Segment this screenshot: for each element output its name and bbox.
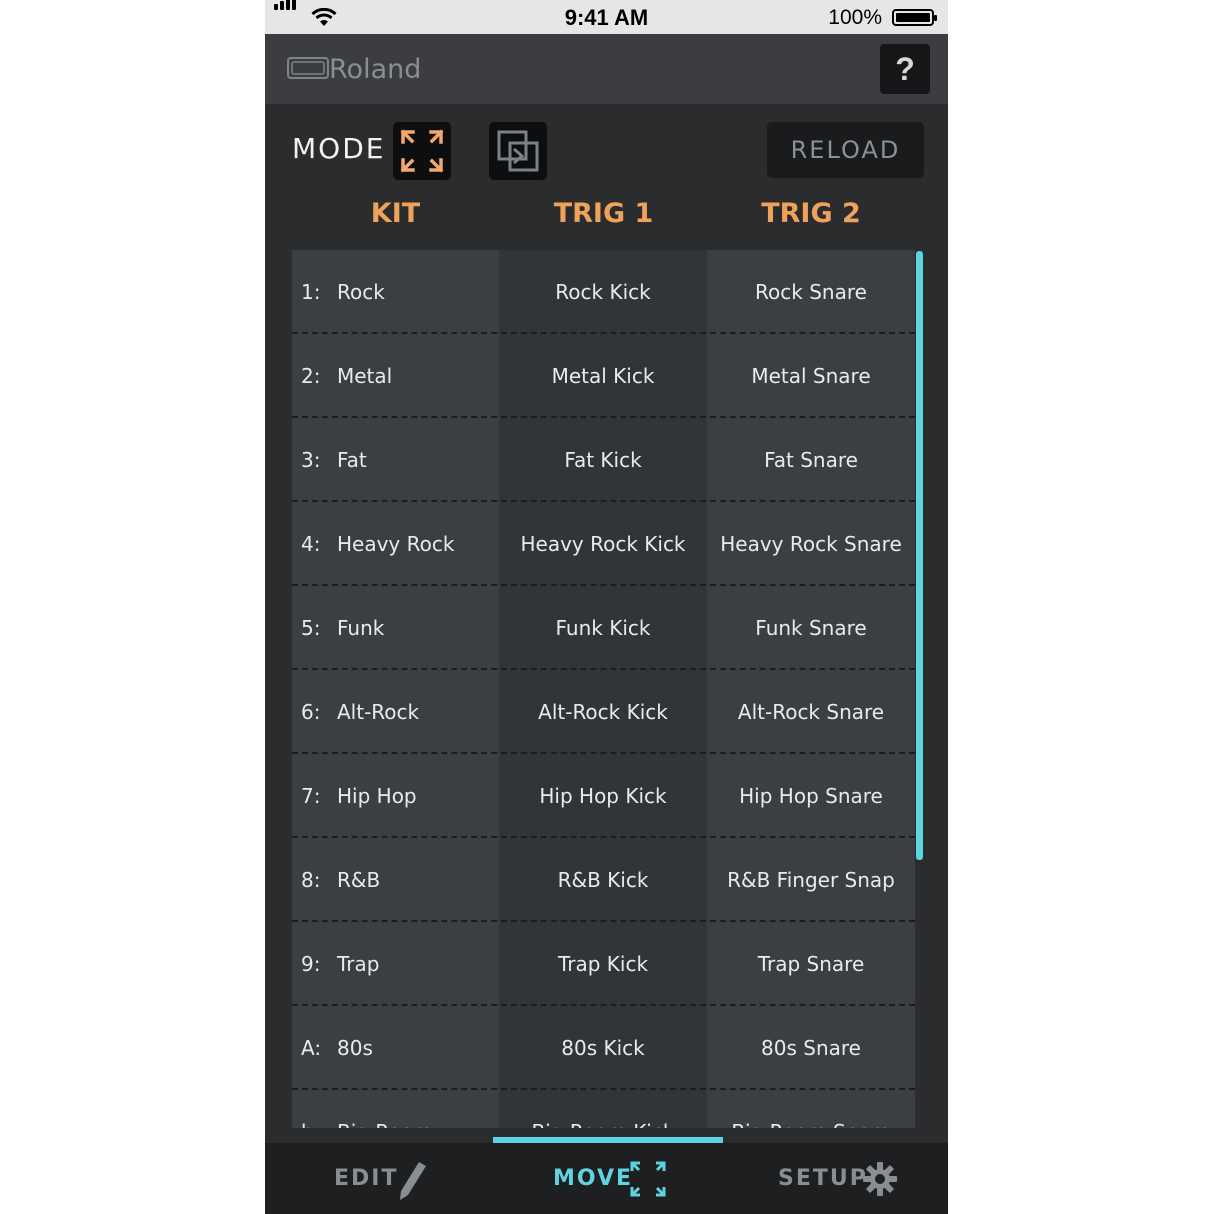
table-row[interactable]: 8: R&B R&B Kick R&B Finger Snap (292, 838, 915, 922)
kit-cell[interactable]: 3: Fat (292, 418, 499, 502)
kit-cell[interactable]: 5: Funk (292, 586, 499, 670)
trig1-cell[interactable]: Trap Kick (499, 922, 707, 1006)
kit-cell[interactable]: 9: Trap (292, 922, 499, 1006)
table-row[interactable]: 4: Heavy Rock Heavy Rock Kick Heavy Rock Sn… (292, 502, 915, 586)
reload-button[interactable]: RELOAD (767, 122, 924, 178)
kit-number: b: (301, 1090, 320, 1128)
trig1-cell[interactable]: Funk Kick (499, 586, 707, 670)
kit-number: 4: (301, 532, 321, 556)
brand-name: Roland (329, 54, 421, 83)
trig1-cell[interactable]: R&B Kick (499, 838, 707, 922)
kit-cell[interactable]: 6: Alt-Rock (292, 670, 499, 754)
trig2-cell[interactable]: Big Room Snare (707, 1090, 915, 1128)
trig1-cell[interactable]: Big Room Kick (499, 1090, 707, 1128)
trig1-cell[interactable]: Alt-Rock Kick (499, 670, 707, 754)
swap-squares-icon (497, 130, 539, 172)
kit-table: 1: Rock Rock Kick Rock Snare 2: Metal Metal Ki… (292, 250, 915, 1128)
table-row[interactable]: 5: Funk Funk Kick Funk Snare (292, 586, 915, 670)
kit-cell[interactable]: A: 80s (292, 1006, 499, 1090)
kit-name: 80s (337, 1036, 373, 1060)
trig2-cell[interactable]: Rock Snare (707, 250, 915, 334)
kit-number: 5: (301, 616, 321, 640)
trig2-cell[interactable]: Fat Snare (707, 418, 915, 502)
kit-name: Funk (337, 616, 385, 640)
kit-cell[interactable]: 1: Rock (292, 250, 499, 334)
kit-name: Big Room (337, 1090, 432, 1128)
column-header-kit: KIT (370, 198, 421, 229)
trig2-cell[interactable]: Metal Snare (707, 334, 915, 418)
mode-move-button[interactable] (393, 122, 451, 180)
kit-name: Heavy Rock (337, 532, 455, 556)
trig2-cell[interactable]: Alt-Rock Snare (707, 670, 915, 754)
tab-setup-label: SETUP (778, 1166, 868, 1191)
trig2-cell[interactable]: Funk Snare (707, 586, 915, 670)
table-row[interactable]: b: Big Room Big Room KickBig Room Snare (292, 1090, 915, 1128)
kit-number: 1: (301, 280, 321, 304)
scrollbar[interactable] (916, 251, 923, 860)
tab-edit[interactable]: EDIT (265, 1143, 493, 1214)
kit-name: Alt-Rock (337, 700, 420, 724)
trig1-cell[interactable]: 80s Kick (499, 1006, 707, 1090)
trig1-cell[interactable]: Rock Kick (499, 250, 707, 334)
column-header-trig1: TRIG 1 (553, 198, 654, 229)
kit-name: Rock (337, 280, 385, 304)
trig2-cell[interactable]: R&B Finger Snap (707, 838, 915, 922)
tab-move[interactable]: MOVE (493, 1143, 723, 1214)
table-row[interactable]: 1: Rock Rock Kick Rock Snare (292, 250, 915, 334)
battery-percent: 100% (828, 6, 882, 29)
tab-move-label: MOVE (553, 1166, 634, 1191)
trig2-cell[interactable]: 80s Snare (707, 1006, 915, 1090)
trig2-cell[interactable]: Heavy Rock Snare (707, 502, 915, 586)
table-row[interactable]: 7: Hip Hop Hip Hop Kick Hip Hop Snare (292, 754, 915, 838)
battery-icon (892, 9, 937, 26)
column-header-trig2: TRIG 2 (761, 198, 861, 229)
kit-name: Fat (337, 448, 367, 472)
kit-number: 2: (301, 364, 321, 388)
status-bar: 9:41 AM 100% (265, 0, 948, 34)
table-row[interactable]: 2: Metal Metal Kick Metal Snare (292, 334, 915, 418)
kit-number: A: (301, 1036, 322, 1060)
kit-name: Metal (337, 364, 393, 388)
kit-number: 8: (301, 868, 321, 892)
tab-edit-label: EDIT (334, 1166, 399, 1191)
kit-name: Trap (337, 952, 380, 976)
kit-number: 9: (301, 952, 321, 976)
trig1-cell[interactable]: Heavy Rock Kick (499, 502, 707, 586)
pencil-icon (400, 1162, 426, 1200)
table-row[interactable]: 6: Alt-Rock Alt-Rock Kick Alt-Rock Snare (292, 670, 915, 754)
trig2-cell[interactable]: Trap Snare (707, 922, 915, 1006)
kit-number: 3: (301, 448, 321, 472)
table-row[interactable]: 9: Trap Trap Kick Trap Snare (292, 922, 915, 1006)
mode-swap-button[interactable] (489, 122, 547, 180)
kit-number: 6: (301, 700, 321, 724)
roland-logo: Roland (287, 54, 421, 83)
trig1-cell[interactable]: Metal Kick (499, 334, 707, 418)
mode-label: MODE (292, 132, 386, 165)
trig2-cell[interactable]: Hip Hop Snare (707, 754, 915, 838)
kit-name: Hip Hop (337, 784, 417, 808)
trig1-cell[interactable]: Hip Hop Kick (499, 754, 707, 838)
kit-name: R&B (337, 868, 381, 892)
gear-icon (863, 1162, 897, 1196)
help-button[interactable]: ? (880, 44, 930, 94)
kit-cell[interactable]: 4: Heavy Rock (292, 502, 499, 586)
kit-number: 7: (301, 784, 321, 808)
bottom-navigation: EDIT MOVE SETUP (265, 1143, 948, 1214)
kit-cell[interactable]: b: Big Room (292, 1090, 499, 1128)
expand-arrows-icon (400, 129, 444, 173)
move-arrows-icon (630, 1161, 666, 1197)
table-row[interactable]: 3: Fat Fat Kick Fat Snare (292, 418, 915, 502)
trig1-cell[interactable]: Fat Kick (499, 418, 707, 502)
app-header: Roland ? (265, 34, 948, 104)
app-screen: 9:41 AM 100% Roland ? MODE RELOAD KIT TR… (265, 0, 948, 1214)
kit-cell[interactable]: 8: R&B (292, 838, 499, 922)
kit-cell[interactable]: 7: Hip Hop (292, 754, 499, 838)
table-row[interactable]: A: 80s 80s Kick 80s Snare (292, 1006, 915, 1090)
kit-cell[interactable]: 2: Metal (292, 334, 499, 418)
tab-setup[interactable]: SETUP (723, 1143, 948, 1214)
